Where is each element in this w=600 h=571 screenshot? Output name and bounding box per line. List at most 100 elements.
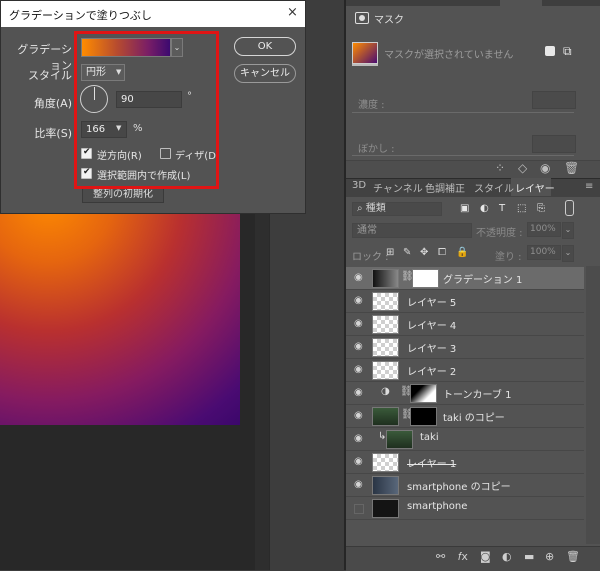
blend-mode-select[interactable]: 通常 xyxy=(352,223,472,238)
filter-adjustment-icon[interactable]: ◐ xyxy=(480,203,489,214)
fill-dropdown-icon[interactable]: ⌄ xyxy=(562,245,574,262)
layer-row[interactable]: ◉ ↳ taki xyxy=(346,428,584,451)
properties-tabbar xyxy=(346,0,600,6)
eye-icon[interactable]: ◉ xyxy=(354,318,363,329)
link-layers-icon[interactable]: ⚯ xyxy=(436,550,445,563)
add-pixel-mask-icon[interactable] xyxy=(545,46,555,56)
style-label: スタイル xyxy=(28,69,72,82)
layer-row[interactable]: ◉ ◑ ⛓ トーンカーブ 1 xyxy=(346,382,584,405)
layer-filter-select[interactable]: ⌕ 種類 xyxy=(352,202,442,216)
panel-menu-icon[interactable]: ≡ xyxy=(585,181,593,192)
no-mask-message: マスクが選択されていません xyxy=(384,50,514,61)
properties-title: マスク xyxy=(374,15,404,26)
gradient-canvas-image xyxy=(0,210,240,425)
fill-input[interactable]: 100% xyxy=(527,245,561,260)
eye-icon[interactable]: ◉ xyxy=(354,433,363,444)
density-input[interactable] xyxy=(532,91,576,109)
layer-row[interactable]: ◉ ⛓ グラデーション 1 xyxy=(346,267,584,290)
layer-thumbnail xyxy=(372,499,399,518)
lock-position-icon[interactable]: ✥ xyxy=(420,247,428,258)
eye-icon[interactable]: ◉ xyxy=(354,364,363,375)
lock-artboard-icon[interactable]: ⧠ xyxy=(438,247,446,258)
filter-smartobject-icon[interactable]: ⎘ xyxy=(537,203,545,214)
mask-thumbnail[interactable] xyxy=(410,384,437,403)
layer-thumbnail xyxy=(372,407,399,426)
opacity-input[interactable]: 100% xyxy=(527,222,561,237)
opacity-dropdown-icon[interactable]: ⌄ xyxy=(562,222,574,239)
delete-layer-icon[interactable]: 🗑 xyxy=(566,550,580,563)
angle-label: 角度(A) xyxy=(33,97,72,110)
add-mask-icon[interactable]: ◙ xyxy=(480,550,491,563)
close-icon[interactable]: × xyxy=(287,5,298,20)
eye-off-icon[interactable] xyxy=(354,504,364,514)
lock-pixels-icon[interactable]: ✎ xyxy=(403,247,411,258)
annotation-highlight-box xyxy=(74,31,219,189)
tab-adjustments[interactable]: 色調補正 xyxy=(425,180,465,195)
layer-thumbnail xyxy=(372,338,399,357)
layer-style-icon[interactable]: 𝑓x xyxy=(458,550,468,564)
lock-label: ロック : xyxy=(352,252,389,263)
layers-footer xyxy=(346,546,600,571)
eye-icon[interactable]: ◉ xyxy=(354,272,363,283)
eye-icon[interactable]: ◉ xyxy=(354,479,363,490)
opacity-label: 不透明度 : xyxy=(476,228,523,239)
new-adjustment-icon[interactable]: ◐ xyxy=(502,550,512,563)
layer-name: グラデーション 1 xyxy=(443,275,523,286)
layer-thumbnail xyxy=(372,315,399,334)
layer-row[interactable]: ◉ smartphone のコピー xyxy=(346,474,584,497)
eye-icon[interactable]: ◉ xyxy=(354,456,363,467)
layer-row[interactable]: ◉ レイヤー 2 xyxy=(346,359,584,382)
layer-row[interactable]: ◉ レイヤー 3 xyxy=(346,336,584,359)
mask-thumbnail[interactable] xyxy=(410,407,437,426)
lock-all-icon[interactable]: 🔒 xyxy=(456,247,468,258)
tab-styles[interactable]: スタイル xyxy=(474,180,514,195)
tab-channels[interactable]: チャンネル xyxy=(373,180,423,195)
layer-thumbnail xyxy=(372,361,399,380)
layer-name: smartphone xyxy=(407,501,468,512)
mask-thumbnail[interactable] xyxy=(412,269,439,288)
trash-icon[interactable]: 🗑 xyxy=(564,161,579,175)
apply-mask-icon[interactable]: ◇ xyxy=(518,161,527,175)
layer-row[interactable]: ◉ ⛓ taki のコピー xyxy=(346,405,584,428)
layer-thumbnail xyxy=(386,430,413,449)
fill-label: 塗り : xyxy=(495,252,522,263)
cancel-button[interactable]: キャンセル xyxy=(234,64,296,83)
filter-pixel-icon[interactable]: ▣ xyxy=(460,203,469,214)
visibility-icon[interactable]: ◉ xyxy=(540,161,550,175)
layer-row[interactable]: smartphone xyxy=(346,497,584,520)
layers-scrollbar[interactable] xyxy=(586,266,600,544)
filter-shape-icon[interactable]: ⬚ xyxy=(517,203,526,214)
ok-button[interactable]: OK xyxy=(234,37,296,56)
scale-label: 比率(S) xyxy=(34,127,72,140)
new-layer-icon[interactable]: ⊕ xyxy=(545,550,554,563)
layer-name: レイヤー 2 xyxy=(407,367,457,378)
tab-3d[interactable]: 3D xyxy=(352,180,366,191)
load-selection-icon[interactable]: ⁘ xyxy=(495,161,505,175)
feather-label: ぼかし : xyxy=(358,144,395,155)
tab-layers[interactable]: レイヤー xyxy=(515,180,555,195)
feather-slider[interactable] xyxy=(352,155,574,156)
layer-row[interactable]: ◉ レイヤー 5 xyxy=(346,290,584,313)
properties-thumbnail xyxy=(352,42,378,64)
layer-name: taki のコピー xyxy=(443,413,505,424)
mask-icon xyxy=(355,12,369,24)
density-slider[interactable] xyxy=(352,112,574,113)
layer-name: taki xyxy=(420,432,439,443)
eye-icon[interactable]: ◉ xyxy=(354,410,363,421)
feather-input[interactable] xyxy=(532,135,576,153)
layer-thumbnail xyxy=(372,269,399,288)
reset-alignment-button[interactable]: 整列の初期化 xyxy=(82,187,164,203)
properties-thumbnail-underline xyxy=(352,64,378,66)
add-vector-mask-icon[interactable]: ⧉ xyxy=(563,44,572,59)
filter-type-icon[interactable]: T xyxy=(499,203,505,214)
eye-icon[interactable]: ◉ xyxy=(354,387,363,398)
new-group-icon[interactable]: ▬ xyxy=(524,550,534,563)
tab-properties-active[interactable] xyxy=(500,0,542,6)
eye-icon[interactable]: ◉ xyxy=(354,341,363,352)
eye-icon[interactable]: ◉ xyxy=(354,295,363,306)
filter-kind-text: 種類 xyxy=(365,203,386,214)
layer-row[interactable]: ◉ レイヤー 1 xyxy=(346,451,584,474)
layer-row[interactable]: ◉ レイヤー 4 xyxy=(346,313,584,336)
lock-transparent-icon[interactable]: ⊞ xyxy=(386,247,394,258)
filter-toggle[interactable] xyxy=(565,200,574,216)
